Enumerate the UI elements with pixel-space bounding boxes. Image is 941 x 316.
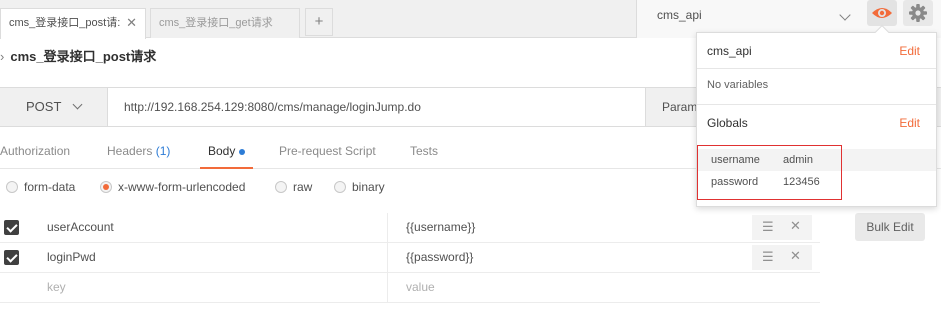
radio-binary[interactable]: binary [334,178,385,196]
tab-label: cms_登录接口_get请求 [159,17,273,29]
radio-button[interactable] [275,181,287,193]
radio-button[interactable] [334,181,346,193]
chevron-down-icon [72,99,83,110]
tab-tests[interactable]: Tests [410,137,438,169]
request-title: cms_登录接口_post请求 [10,49,157,64]
tab-headers-label: Headers [107,144,153,158]
eye-icon [872,8,892,18]
tab-cms-login-post[interactable]: cms_登录接口_post请: ✕ [0,8,146,39]
radio-x-www-form-urlencoded[interactable]: x-www-form-urlencoded [100,178,245,196]
table-row: userAccount {{username}} ☰ ✕ [0,213,820,243]
environment-select[interactable]: cms_api [645,2,857,28]
row-enabled-checkbox[interactable] [4,250,19,265]
edit-environment-link[interactable]: Edit [899,33,920,69]
delete-icon[interactable]: ✕ [790,218,801,234]
popover-env-header: cms_api Edit [697,33,936,69]
request-name[interactable]: › cms_登录接口_post请求 [0,47,156,67]
tab-label: cms_登录接口_post请: [9,17,121,29]
tab-prerequest-script[interactable]: Pre-request Script [279,137,376,169]
drag-handle-icon[interactable]: ☰ [762,249,774,265]
radio-label: binary [352,180,385,194]
environment-name: cms_api [657,8,702,22]
annotation-highlight-box [697,145,842,200]
radio-button[interactable] [6,181,18,193]
value-input[interactable]: {{username}} [396,213,736,242]
tab-authorization[interactable]: Authorization [0,137,70,169]
row-actions: ☰ ✕ [752,245,812,270]
radio-raw[interactable]: raw [275,178,312,196]
table-row-new: key value [0,273,820,303]
close-icon[interactable]: ✕ [126,9,137,37]
drag-handle-icon[interactable]: ☰ [762,219,774,235]
popover-env-title: cms_api [707,44,752,58]
method-label: POST [26,99,62,114]
table-row: loginPwd {{password}} ☰ ✕ [0,243,820,273]
chevron-down-icon [839,9,851,21]
delete-icon[interactable]: ✕ [790,248,801,264]
tab-body-label: Body [208,144,236,158]
no-variables-text: No variables [697,69,936,105]
popover-globals-title: Globals [707,116,748,130]
row-enabled-checkbox[interactable] [4,220,19,235]
settings-button[interactable] [903,0,933,26]
headers-count: (1) [155,144,171,158]
radio-label: x-www-form-urlencoded [118,180,246,194]
radio-label: raw [293,180,313,194]
tab-body[interactable]: Body [200,137,254,169]
caret-right-icon: › [0,49,5,64]
new-value-input[interactable]: value [396,273,736,302]
radio-label: form-data [24,180,76,194]
value-input[interactable]: {{password}} [396,243,736,272]
key-input[interactable]: loginPwd [36,243,388,272]
row-actions: ☰ ✕ [752,215,812,240]
method-select[interactable]: POST [0,88,108,126]
params-button[interactable]: Param [646,88,697,126]
body-indicator-dot [239,148,246,155]
new-key-input[interactable]: key [36,273,388,302]
radio-button-selected[interactable] [100,181,112,193]
tab-cms-login-get[interactable]: cms_登录接口_get请求 [150,8,300,38]
bulk-edit-button[interactable]: Bulk Edit [855,213,925,241]
radio-form-data[interactable]: form-data [6,178,75,196]
new-tab-button[interactable]: + [305,8,333,36]
environment-quick-look-button[interactable] [867,0,897,26]
popover-globals-header: Globals Edit [697,105,936,141]
edit-globals-link[interactable]: Edit [899,105,920,141]
tab-headers[interactable]: Headers (1) [107,137,170,169]
gear-icon [909,4,927,22]
key-input[interactable]: userAccount [36,213,388,242]
url-input[interactable]: http://192.168.254.129:8080/cms/manage/l… [108,88,646,126]
